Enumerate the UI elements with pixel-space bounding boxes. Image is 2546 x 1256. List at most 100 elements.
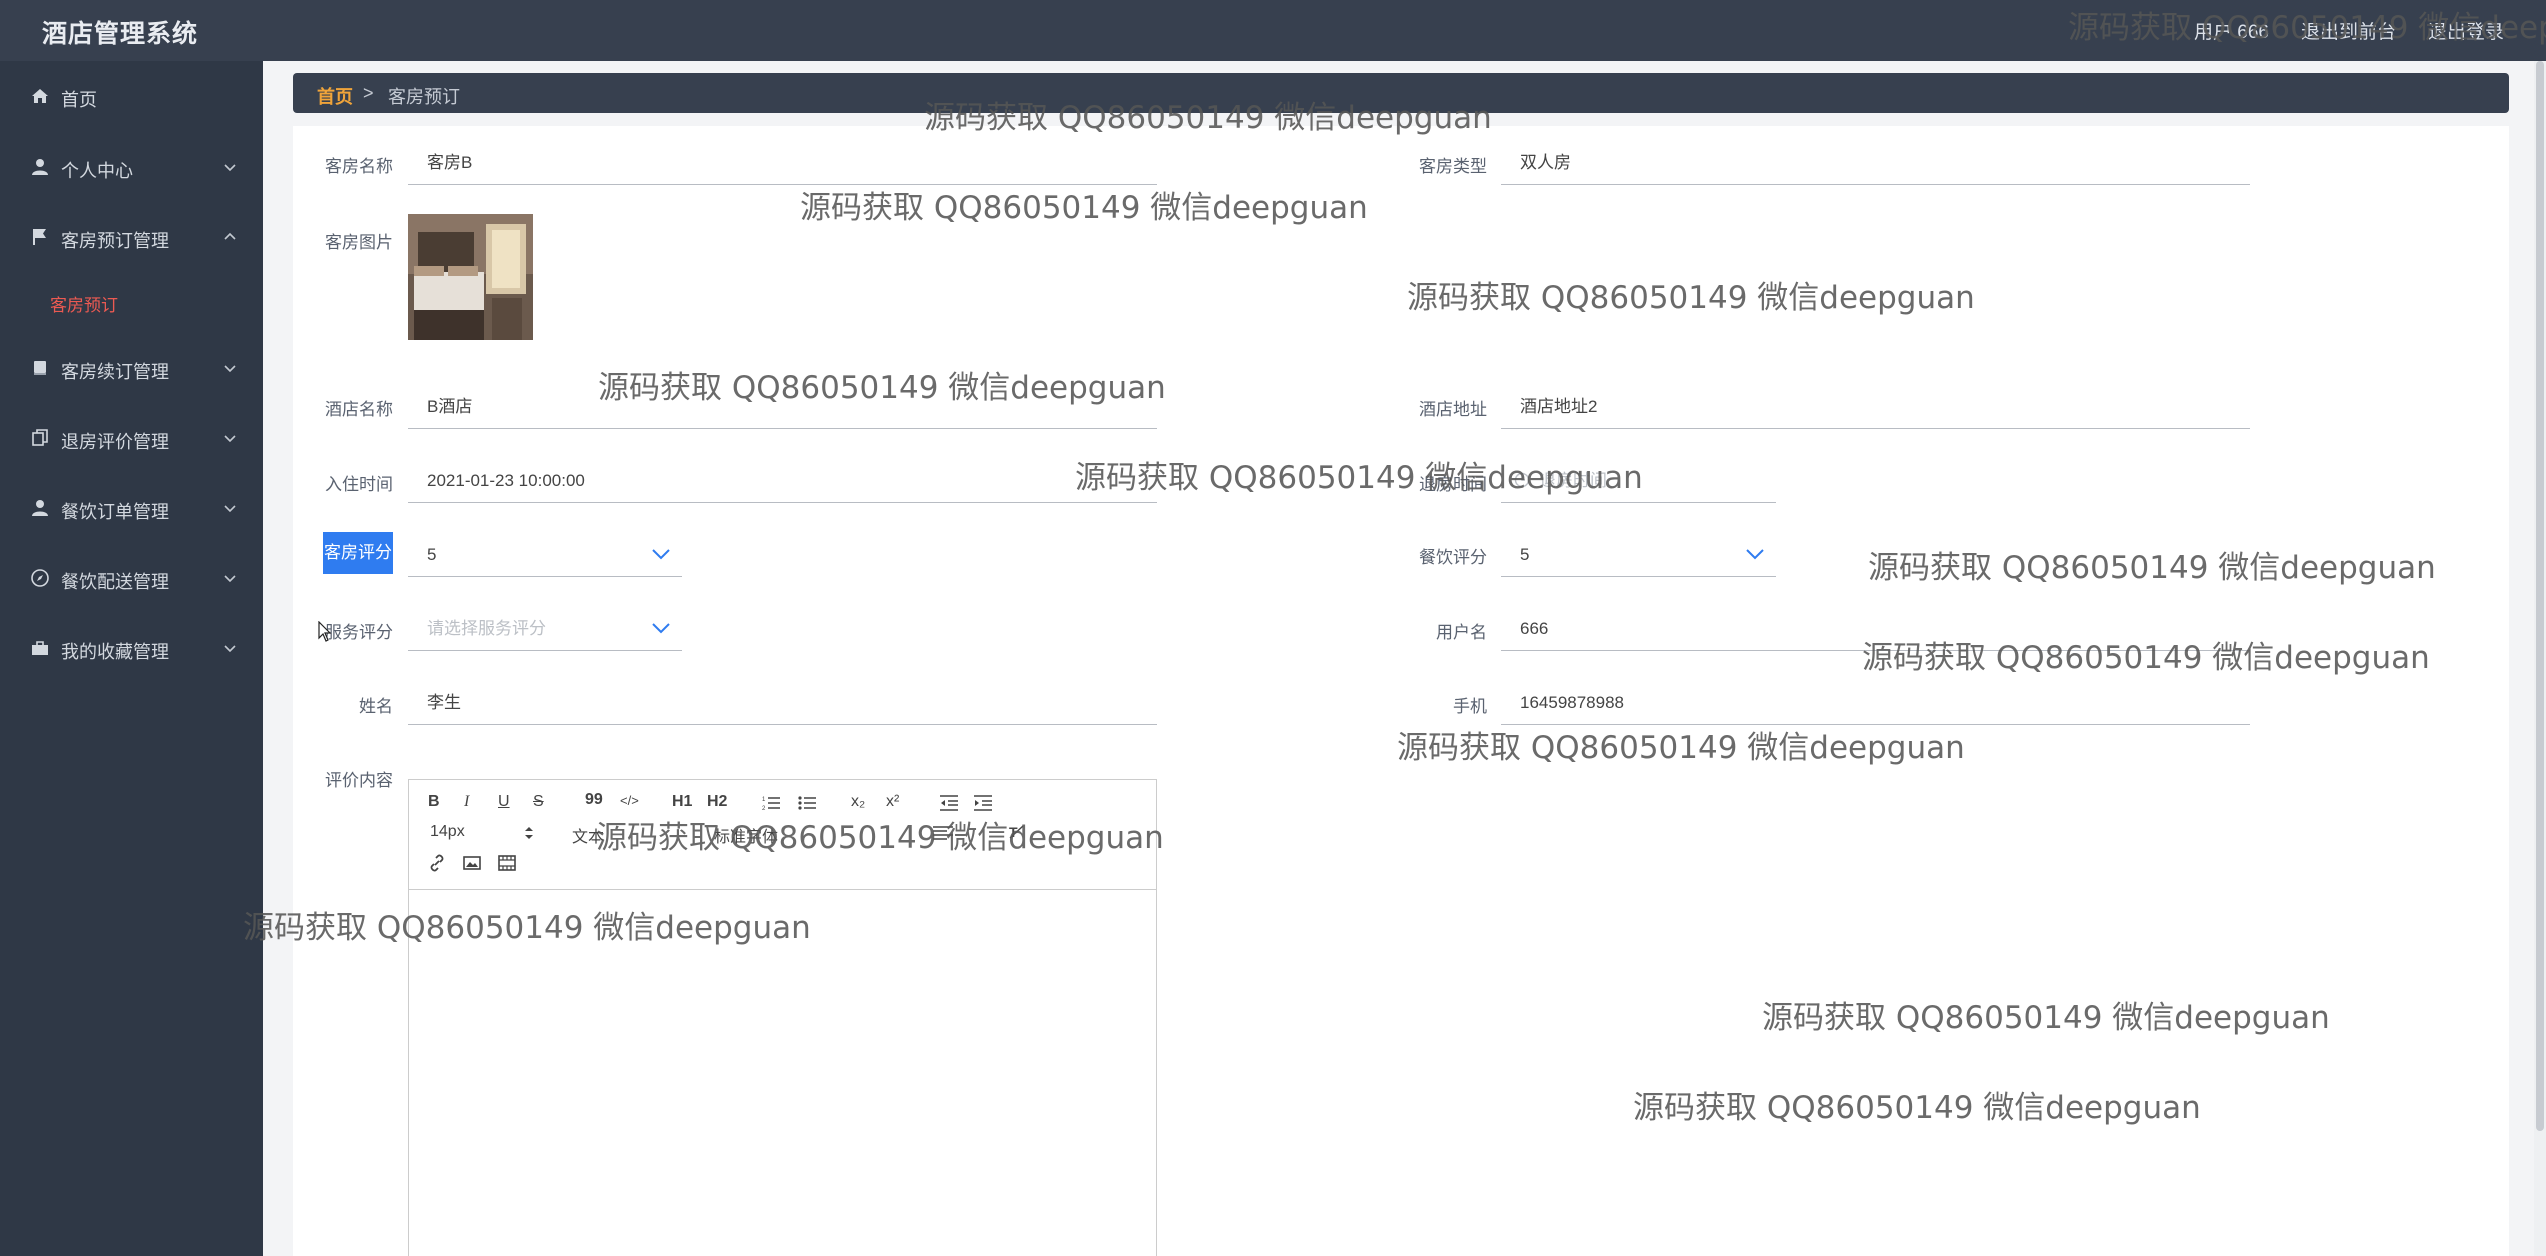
food-rating-label: 餐饮评分	[1419, 548, 1487, 567]
sidebar-item-personal[interactable]: 个人中心	[0, 143, 263, 193]
hotel-name-field[interactable]: B酒店	[408, 384, 1157, 429]
video-icon[interactable]	[498, 854, 516, 872]
book-icon	[34, 361, 46, 375]
room-rating-label: 客房评分	[323, 532, 393, 574]
name-field[interactable]: 李生	[408, 680, 1157, 725]
room-type-label: 客房类型	[1419, 157, 1487, 176]
sidebar-item-favorites[interactable]: 我的收藏管理	[0, 624, 263, 674]
clock-icon	[1514, 472, 1530, 488]
room-type-field[interactable]: 双人房	[1501, 140, 2250, 185]
align-icon[interactable]	[933, 825, 953, 841]
service-rating-placeholder: 请选择服务评分	[427, 619, 546, 638]
room-rating-select[interactable]: 5	[408, 532, 682, 577]
chevron-down-icon	[652, 549, 670, 560]
briefcase-icon	[32, 641, 48, 655]
heading2-button[interactable]: H2	[707, 793, 727, 811]
username-label: 用户名	[1436, 623, 1487, 642]
copy-icon	[32, 429, 48, 446]
blockquote-button[interactable]: 99	[585, 791, 603, 809]
clear-format-icon[interactable]: T	[1007, 823, 1025, 841]
checkin-label: 入住时间	[325, 475, 393, 494]
sidebar-item-food-orders[interactable]: 餐饮订单管理	[0, 484, 263, 534]
chevron-down-icon	[224, 575, 236, 583]
outdent-icon[interactable]	[940, 795, 958, 811]
sidebar-item-label: 首页	[61, 90, 97, 110]
service-rating-select[interactable]: 请选择服务评分	[408, 606, 682, 651]
sidebar-item-label: 客房预订管理	[61, 231, 169, 251]
room-image	[408, 214, 533, 340]
chevron-down-icon	[224, 505, 236, 513]
checkout-field[interactable]: 退房时间	[1501, 458, 1776, 503]
rich-text-editor: B I U S 99 </> H1 H2 12 x₂ x² 14px 文本 标准…	[408, 779, 1157, 1256]
chevron-up-icon	[224, 232, 236, 240]
current-user-label: 用户 666	[2193, 22, 2269, 43]
breadcrumb-separator: >	[363, 83, 374, 103]
top-header: 酒店管理系统 用户 666 退出到前台 退出登录	[0, 0, 2546, 61]
checkin-field[interactable]: 2021-01-23 10:00:00	[408, 458, 1157, 503]
back-to-front-link[interactable]: 退出到前台	[2301, 17, 2396, 44]
sidebar-item-room-renewal[interactable]: 客房续订管理	[0, 344, 263, 394]
sidebar-item-label: 餐饮配送管理	[61, 572, 169, 592]
logout-link[interactable]: 退出登录	[2428, 17, 2504, 44]
mouse-cursor-icon	[318, 621, 332, 642]
italic-button[interactable]: I	[464, 793, 469, 811]
room-photo-icon	[408, 214, 533, 340]
phone-label: 手机	[1453, 697, 1487, 716]
indent-icon[interactable]	[974, 795, 992, 811]
app-title: 酒店管理系统	[42, 20, 199, 48]
sidebar-item-label: 个人中心	[61, 161, 133, 181]
room-image-label: 客房图片	[325, 233, 393, 252]
chevron-down-icon	[224, 645, 236, 653]
svg-text:2: 2	[762, 806, 766, 811]
underline-button[interactable]: U	[498, 793, 510, 811]
page-scrollbar[interactable]	[2534, 61, 2546, 1256]
username-field[interactable]: 666	[1501, 606, 2250, 651]
name-label: 姓名	[359, 697, 393, 716]
font-family-select[interactable]: 标准字体	[714, 823, 778, 847]
subscript-button[interactable]: x₂	[851, 793, 865, 811]
breadcrumb-current: 客房预订	[388, 87, 460, 107]
breadcrumb-home-link[interactable]: 首页	[317, 83, 353, 109]
sidebar-item-label: 餐饮订单管理	[61, 502, 169, 522]
breadcrumb: 首页 > 客房预订	[293, 73, 2509, 113]
chevron-down-icon	[224, 164, 236, 172]
food-rating-select[interactable]: 5	[1501, 532, 1776, 577]
sidebar-item-home[interactable]: 首页	[0, 72, 263, 122]
strike-button[interactable]: S	[533, 793, 544, 811]
image-icon[interactable]	[463, 854, 481, 872]
sidebar-item-label: 客房续订管理	[61, 362, 169, 382]
chevron-down-icon	[224, 365, 236, 373]
hotel-name-label: 酒店名称	[325, 400, 393, 419]
user-icon	[32, 159, 48, 175]
sidebar-item-label: 我的收藏管理	[61, 642, 169, 662]
chevron-down-icon	[224, 435, 236, 443]
heading1-button[interactable]: H1	[672, 793, 692, 811]
font-size-select[interactable]: 14px	[430, 823, 465, 841]
sidebar-subitem-room-booking[interactable]: 客房预订	[50, 291, 118, 316]
phone-field[interactable]: 16459878988	[1501, 680, 2250, 725]
hotel-address-field[interactable]: 酒店地址2	[1501, 384, 2250, 429]
chevron-down-icon	[652, 623, 670, 634]
sidebar-item-checkout-review[interactable]: 退房评价管理	[0, 414, 263, 464]
link-icon[interactable]	[428, 854, 446, 872]
header-links: 用户 666 退出到前台 退出登录	[2194, 17, 2504, 44]
svg-text:1: 1	[762, 797, 766, 803]
select-arrows-icon	[525, 827, 533, 839]
room-rating-value: 5	[427, 545, 437, 564]
room-name-field[interactable]: 客房B	[408, 140, 1157, 185]
scrollbar-thumb[interactable]	[2536, 61, 2544, 1131]
ordered-list-icon[interactable]: 12	[762, 795, 780, 811]
user-icon	[32, 500, 48, 516]
chevron-down-icon	[1746, 549, 1764, 560]
code-block-button[interactable]: </>	[620, 793, 639, 808]
service-rating-label: 服务评分	[325, 623, 393, 642]
sidebar-item-food-delivery[interactable]: 餐饮配送管理	[0, 554, 263, 604]
superscript-button[interactable]: x²	[886, 793, 899, 811]
hotel-address-label: 酒店地址	[1419, 400, 1487, 419]
flag-icon	[33, 229, 46, 245]
compass-icon	[31, 569, 49, 587]
text-type-select[interactable]: 文本	[572, 823, 604, 847]
sidebar-item-room-booking[interactable]: 客房预订管理	[0, 213, 263, 263]
bold-button[interactable]: B	[428, 793, 440, 811]
bullet-list-icon[interactable]	[798, 795, 816, 811]
